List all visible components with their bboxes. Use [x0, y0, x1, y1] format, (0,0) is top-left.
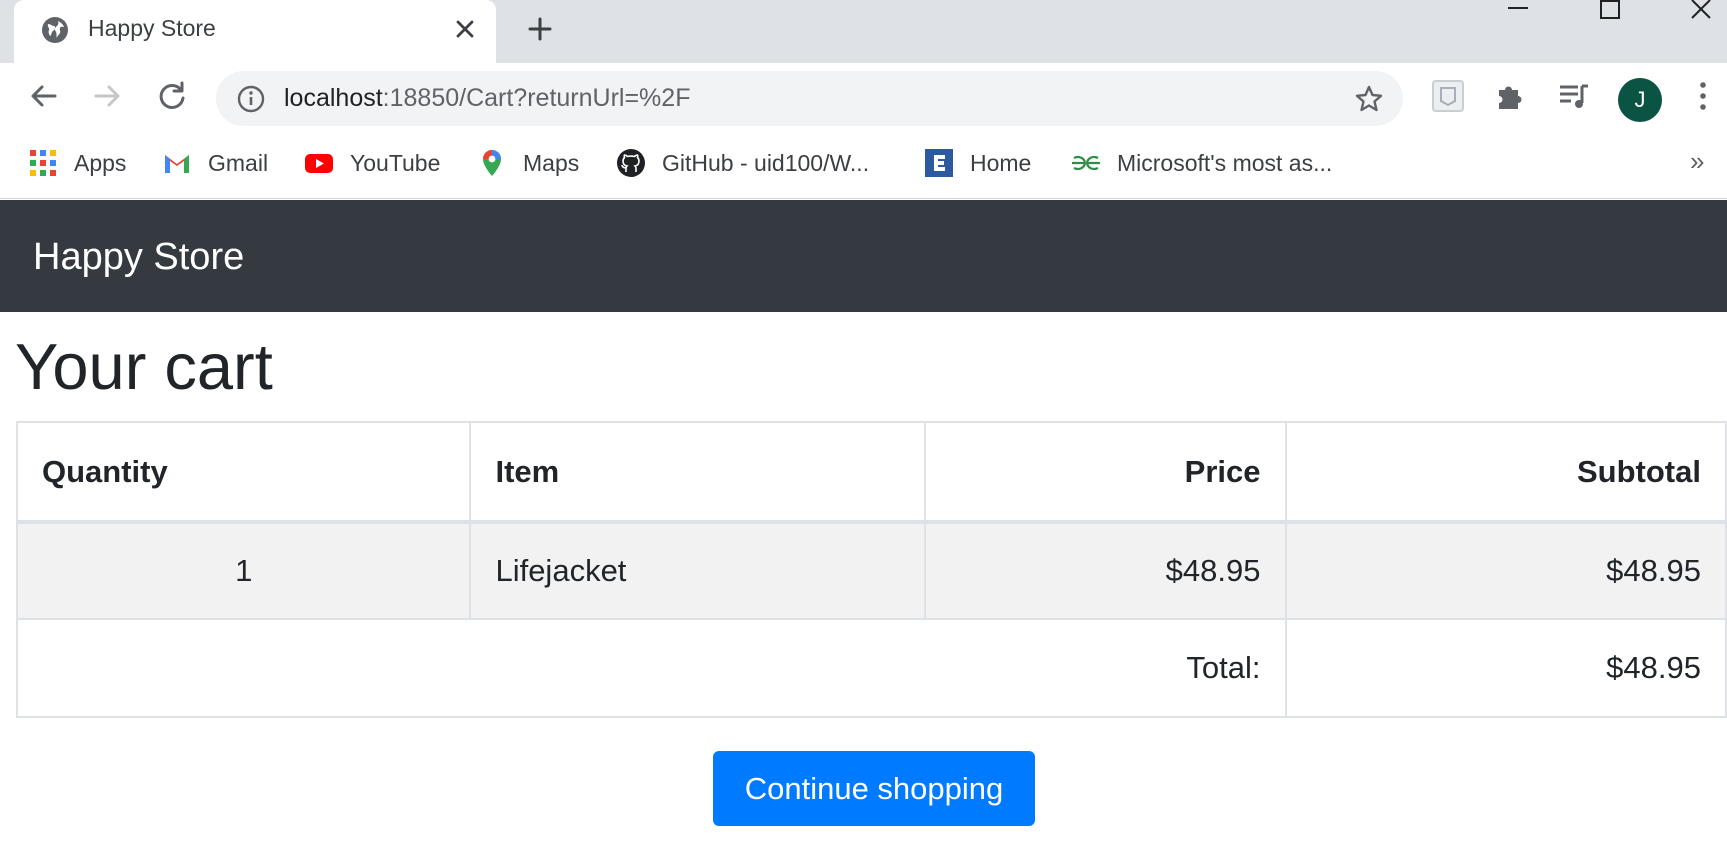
total-value: $48.95	[1284, 618, 1727, 718]
site-info-icon[interactable]	[236, 84, 266, 114]
site-navbar: Happy Store	[0, 200, 1727, 312]
minimize-window-icon[interactable]	[1503, 0, 1533, 22]
table-row: 1 Lifejacket $48.95 $48.95	[15, 521, 1727, 620]
more-bookmarks-chevron-icon[interactable]: »	[1690, 146, 1704, 177]
header-subtotal: Subtotal	[1284, 421, 1727, 524]
bookmark-label: Home	[970, 149, 1032, 176]
bookmark-label: YouTube	[350, 149, 441, 176]
gmail-icon	[165, 155, 189, 173]
bookmark-gmail[interactable]: Gmail	[162, 147, 268, 179]
bookmark-label: Maps	[523, 149, 580, 176]
bookmark-microsoft[interactable]: Microsoft's most as...	[1071, 147, 1332, 179]
header-price: Price	[923, 421, 1287, 524]
browser-tabstrip: Happy Store	[0, 0, 1727, 63]
table-header-row: Quantity Item Price Subtotal	[15, 421, 1727, 524]
total-row: Total: $48.95	[16, 618, 1727, 718]
profile-avatar[interactable]: J	[1618, 78, 1662, 122]
bookmark-github[interactable]: GitHub - uid100/W...	[616, 147, 869, 179]
bookmarks-bar: Apps Gmail YouTube Maps GitHub - uid100/…	[0, 130, 1727, 199]
continue-shopping-button[interactable]: Continue shopping	[713, 751, 1035, 826]
address-bar[interactable]: localhost:18850/Cart?returnUrl=%2F	[216, 71, 1403, 126]
bookmark-home[interactable]: Home	[924, 147, 1031, 179]
extensions-puzzle-icon[interactable]	[1494, 79, 1528, 113]
github-icon	[617, 149, 645, 177]
bookmark-label: Apps	[74, 149, 127, 176]
maximize-window-icon[interactable]	[1595, 0, 1625, 22]
bookmark-maps[interactable]: Maps	[477, 147, 579, 179]
bookmark-apps[interactable]: Apps	[28, 147, 126, 179]
forward-arrow-icon[interactable]	[90, 79, 124, 113]
cell-quantity: 1	[15, 521, 472, 620]
browser-tab[interactable]: Happy Store	[14, 0, 496, 63]
geeksforgeeks-icon	[1072, 155, 1100, 171]
new-tab-plus-icon[interactable]	[525, 14, 555, 44]
browser-toolbar: localhost:18850/Cart?returnUrl=%2F J	[0, 63, 1727, 130]
youtube-icon	[305, 154, 333, 173]
bookmark-youtube[interactable]: YouTube	[304, 147, 440, 179]
bookmark-label: Gmail	[208, 149, 269, 176]
url-path: :18850/Cart?returnUrl=%2F	[382, 84, 691, 112]
extension-square-icon[interactable]	[1431, 79, 1465, 113]
reload-icon[interactable]	[155, 79, 189, 113]
globe-icon	[42, 17, 68, 43]
tab-title: Happy Store	[88, 15, 216, 41]
maps-pin-icon	[483, 150, 501, 176]
bookmark-label: Microsoft's most as...	[1117, 149, 1333, 176]
cart-table: Quantity Item Price Subtotal 1 Lifejacke…	[15, 421, 1727, 718]
header-quantity: Quantity	[15, 421, 472, 524]
bookmark-star-icon[interactable]	[1353, 83, 1385, 115]
close-tab-icon[interactable]	[450, 14, 480, 44]
url-text[interactable]: localhost:18850/Cart?returnUrl=%2F	[284, 84, 690, 113]
close-window-icon[interactable]	[1686, 0, 1716, 22]
header-item: Item	[469, 421, 926, 524]
url-host: localhost	[284, 84, 383, 112]
bookmark-label: GitHub - uid100/W...	[662, 149, 870, 176]
apps-grid-icon	[30, 150, 56, 176]
e-logo-icon	[925, 149, 953, 177]
page-title: Your cart	[15, 330, 273, 403]
cell-item: Lifejacket	[469, 521, 926, 620]
media-playlist-icon[interactable]	[1557, 79, 1591, 113]
kebab-menu-icon[interactable]	[1686, 79, 1720, 113]
navbar-brand[interactable]: Happy Store	[33, 236, 244, 279]
cell-subtotal: $48.95	[1284, 521, 1727, 620]
back-arrow-icon[interactable]	[27, 79, 61, 113]
cell-price: $48.95	[923, 521, 1287, 620]
total-label: Total:	[16, 618, 1287, 718]
